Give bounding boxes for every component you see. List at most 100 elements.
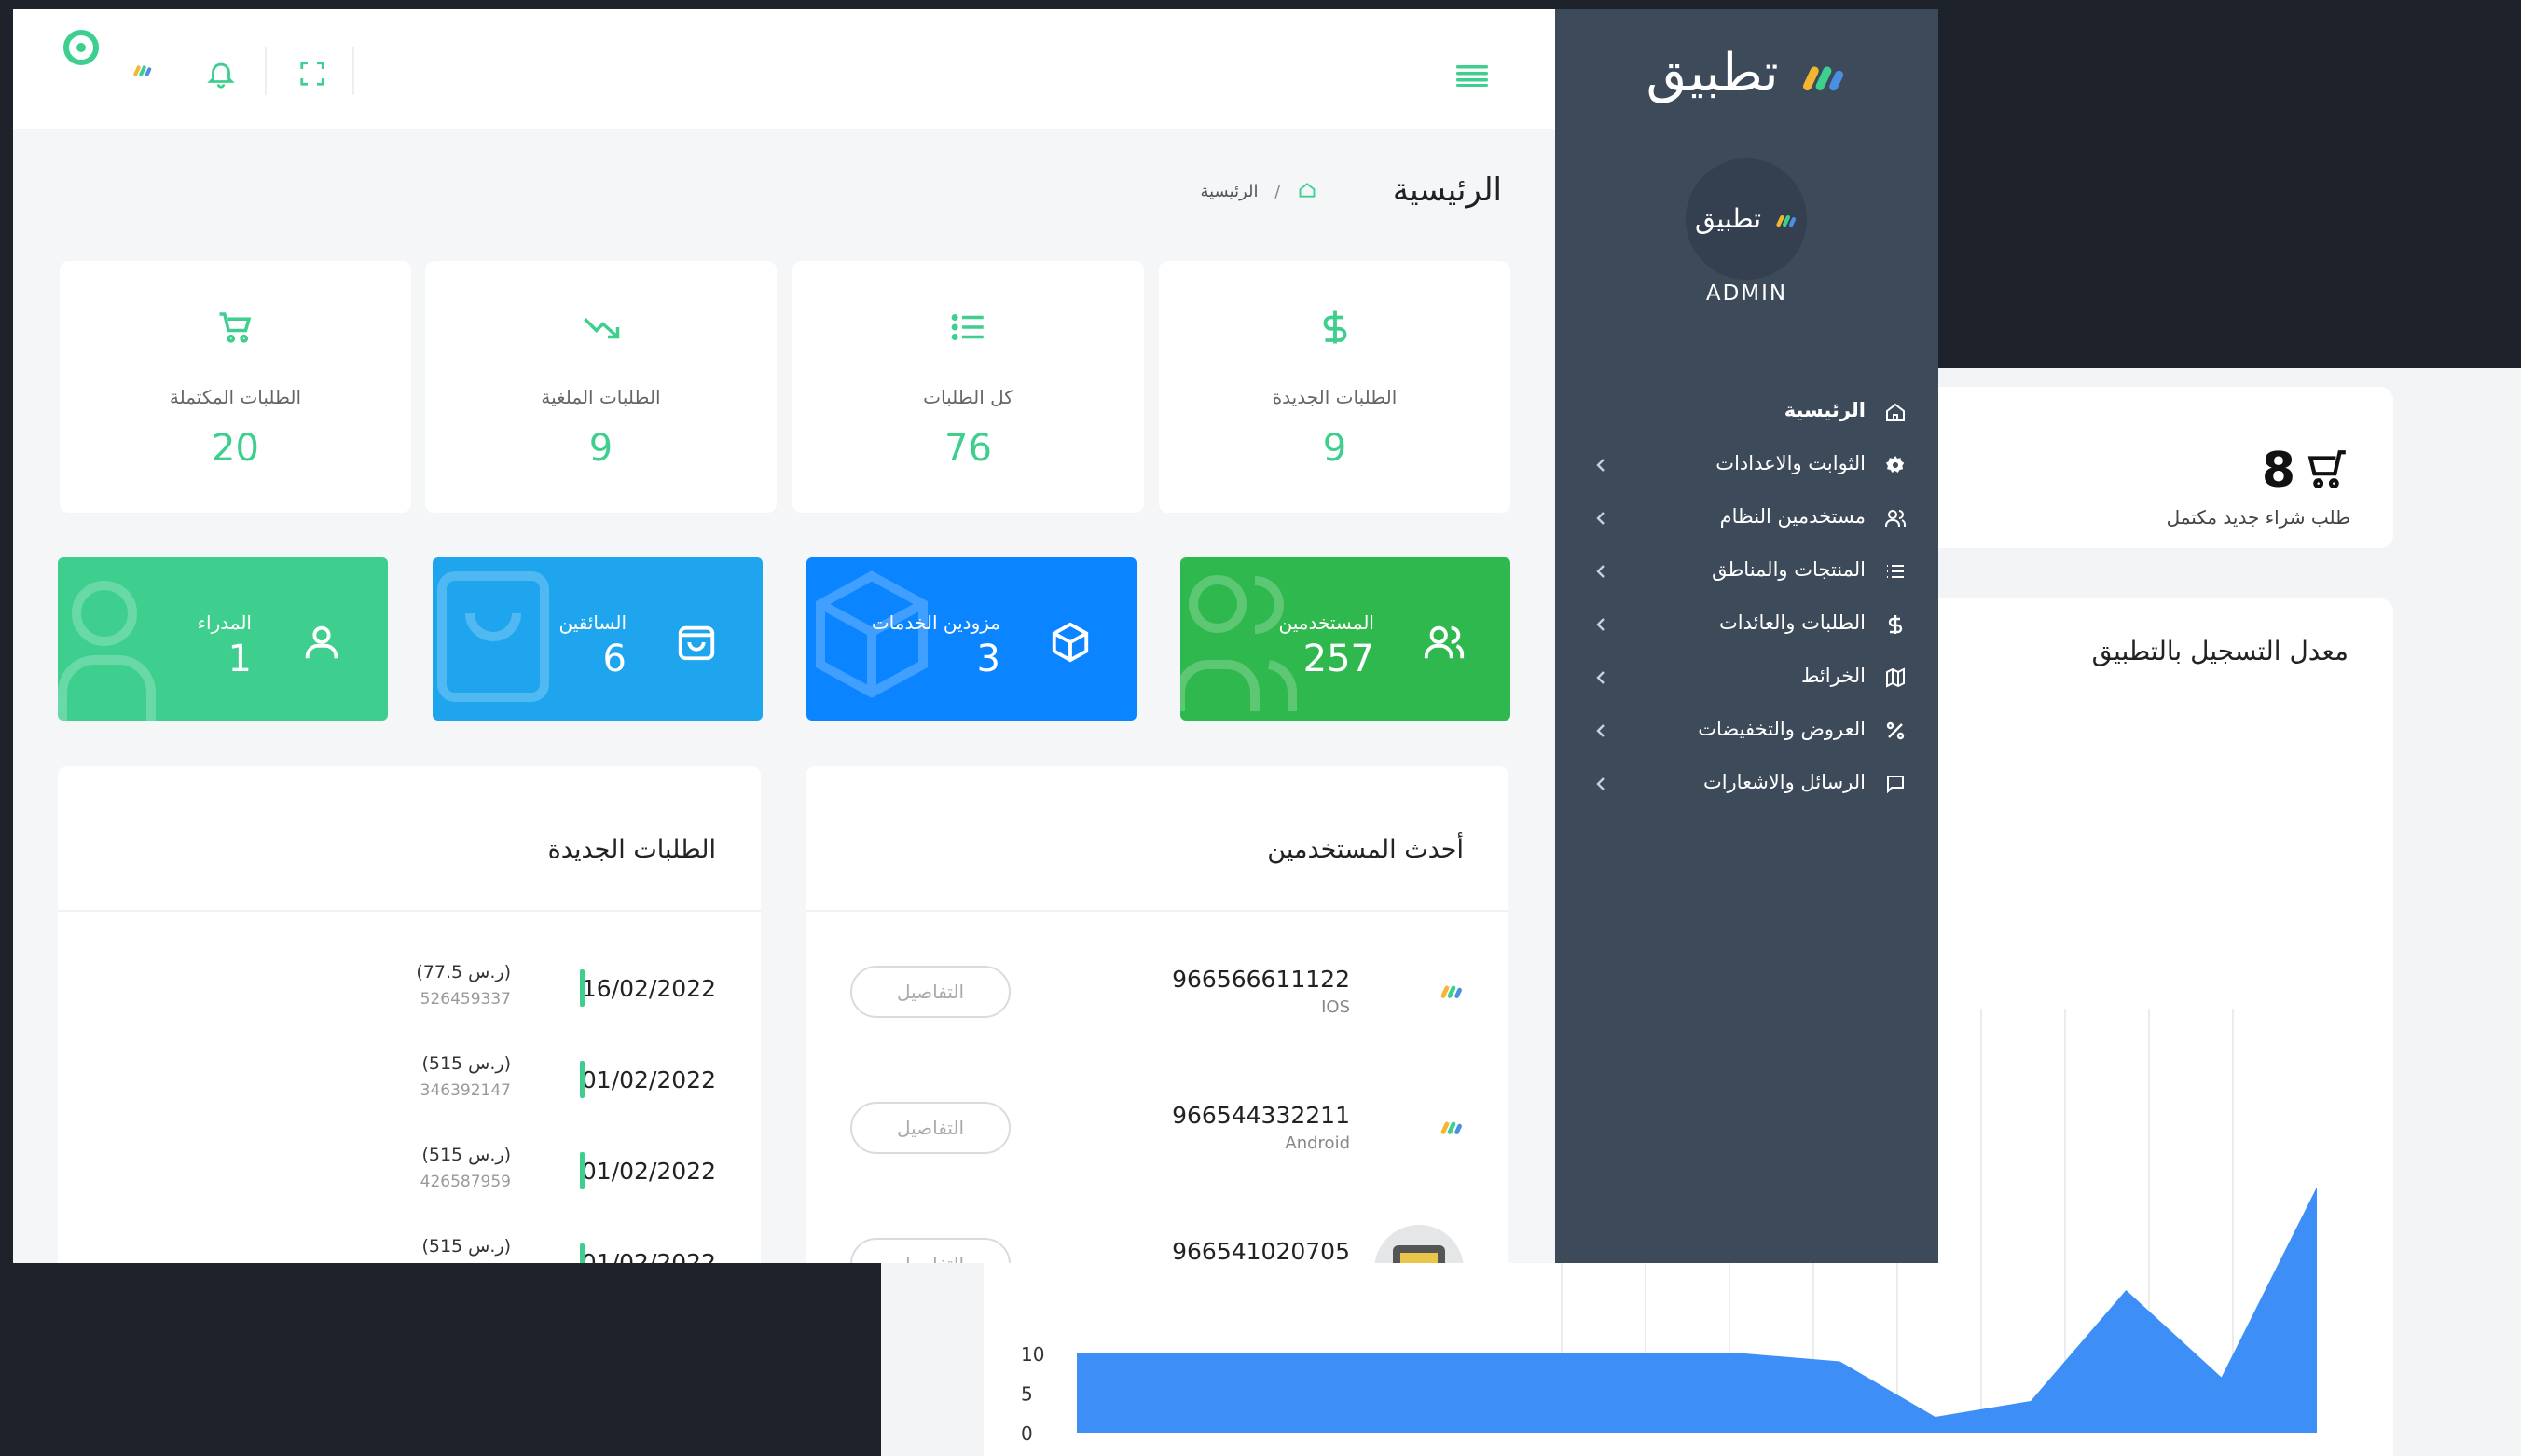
stat-value: 20 xyxy=(212,427,259,470)
order-id: 346392147 xyxy=(420,1081,511,1100)
app-name: تطبيق xyxy=(1646,43,1779,103)
card-label: مزودين الخدمات xyxy=(871,611,1000,634)
card-value: 1 xyxy=(227,638,252,680)
chevron-left-icon xyxy=(1596,671,1605,684)
panel-title: الطلبات الجديدة xyxy=(547,835,716,864)
card-value: 6 xyxy=(602,638,627,680)
sidebar-item-system-users[interactable]: مستخدمين النظام xyxy=(1555,492,1938,545)
logo-circle-icon[interactable] xyxy=(62,28,101,67)
bell-icon[interactable] xyxy=(205,58,237,89)
stat-label: الطلبات المكتملة xyxy=(169,386,302,408)
completed-orders-stat-card: 8 طلب شراء جديد مكتمل xyxy=(1897,387,2393,548)
admin-avatar[interactable]: تطبيق xyxy=(1686,158,1807,280)
sidebar-item-label: الرسائل والاشعارات xyxy=(1702,771,1866,793)
service-providers-card[interactable]: مزودين الخدمات 3 xyxy=(806,557,1137,721)
panel-divider xyxy=(58,910,761,912)
box-icon xyxy=(1052,622,1089,663)
brand-mark-icon xyxy=(1803,66,1844,91)
details-button[interactable]: التفاصيل xyxy=(850,1102,1011,1154)
cart-icon xyxy=(2307,450,2346,488)
stat-value: 9 xyxy=(588,427,613,470)
card-label: السائقين xyxy=(558,611,627,634)
user-row: 966541020705 التفاصيل xyxy=(806,1225,1508,1263)
order-row[interactable]: 01/02/2022 (515 ر.س) 426587959 xyxy=(58,1145,761,1236)
bag-ghost-icon xyxy=(437,571,549,702)
chevron-left-icon xyxy=(1596,459,1605,472)
map-icon xyxy=(1886,667,1905,688)
chevron-left-icon xyxy=(1596,565,1605,578)
order-amount: (515 ر.س) xyxy=(421,1145,511,1165)
sidebar-item-label: مستخدمين النظام xyxy=(1719,505,1866,528)
stat-value: 9 xyxy=(1322,427,1347,470)
user-icon xyxy=(305,625,338,659)
sidebar-item-messages-notifications[interactable]: الرسائل والاشعارات xyxy=(1555,758,1938,811)
details-button[interactable]: التفاصيل xyxy=(850,966,1011,1018)
header-divider xyxy=(265,47,267,95)
new-orders-panel: الطلبات الجديدة 16/02/2022 (77.5 ر.س) 52… xyxy=(58,766,761,1263)
cart-icon xyxy=(219,312,252,343)
order-row[interactable]: 01/02/2022 (515 ر.س) xyxy=(58,1236,761,1263)
breadcrumb-current[interactable]: الرئيسية xyxy=(1200,182,1258,201)
drivers-card[interactable]: السائقين 6 xyxy=(433,557,763,721)
all-orders-card[interactable]: كل الطلبات 76 xyxy=(792,261,1144,513)
chevron-left-icon xyxy=(1596,618,1605,631)
stat-label: الطلبات الجديدة xyxy=(1272,386,1398,408)
users-card[interactable]: المستخدمين 257 xyxy=(1180,557,1510,721)
trend-down-icon xyxy=(584,318,620,339)
sidebar-item-settings[interactable]: الثوابت والاعدادات xyxy=(1555,439,1938,492)
users-icon xyxy=(1424,625,1465,659)
sidebar-item-maps[interactable]: الخرائط xyxy=(1555,652,1938,705)
sidebar: تطبيق تطبيق ADMIN الرئيسية الثوابت والاع… xyxy=(1555,9,1938,1263)
brand-mark-icon xyxy=(1776,214,1797,227)
chart-y-tick-label: 5 xyxy=(1021,1383,1033,1406)
page-title: الرئيسية xyxy=(1392,172,1502,209)
sidebar-menu: الرئيسية الثوابت والاعدادات مستخدمين الن… xyxy=(1555,386,1938,811)
user-os: IOS xyxy=(1321,997,1350,1017)
users-icon xyxy=(1885,510,1906,527)
order-amount: (77.5 ر.س) xyxy=(416,962,511,982)
fullscreen-icon[interactable] xyxy=(298,60,326,88)
order-id: 526459337 xyxy=(420,990,511,1009)
bag-icon xyxy=(678,625,715,661)
managers-card[interactable]: المدراء 1 xyxy=(58,557,388,721)
dollar-icon xyxy=(1323,310,1347,344)
chevron-left-icon xyxy=(1596,777,1605,790)
brand-mark-icon xyxy=(1440,985,1462,998)
sidebar-item-label: الطلبات والعائدات xyxy=(1719,611,1866,634)
new-orders-card[interactable]: الطلبات الجديدة 9 xyxy=(1159,261,1510,513)
sidebar-logo[interactable]: تطبيق xyxy=(1555,43,1938,103)
user-ghost-icon xyxy=(58,581,156,721)
home-icon[interactable] xyxy=(1297,181,1317,199)
completed-orders-card[interactable]: الطلبات المكتملة 20 xyxy=(60,261,411,513)
chart-y-tick-label: 0 xyxy=(1021,1422,1033,1445)
sidebar-item-offers-discounts[interactable]: العروض والتخفيضات xyxy=(1555,705,1938,758)
user-phone: 966544332211 xyxy=(1172,1102,1350,1129)
brand-mark-icon xyxy=(133,65,152,76)
card-value: 3 xyxy=(976,638,1000,680)
sidebar-item-products-regions[interactable]: المنتجات والمناطق xyxy=(1555,545,1938,598)
sidebar-item-home[interactable]: الرئيسية xyxy=(1555,386,1938,439)
sidebar-item-label: الرئيسية xyxy=(1784,399,1866,421)
user-phone: 966541020705 xyxy=(1172,1238,1350,1263)
order-row[interactable]: 01/02/2022 (515 ر.س) 346392147 xyxy=(58,1053,761,1145)
sidebar-item-orders-revenue[interactable]: الطلبات والعائدات xyxy=(1555,598,1938,652)
top-header xyxy=(13,9,1555,129)
order-row[interactable]: 16/02/2022 (77.5 ر.س) 526459337 xyxy=(58,962,761,1053)
gear-icon xyxy=(1885,456,1905,473)
sidebar-item-label: الخرائط xyxy=(1801,665,1866,687)
order-status-bar xyxy=(580,1061,585,1098)
order-date: 01/02/2022 xyxy=(581,1066,716,1093)
message-icon xyxy=(1887,776,1904,794)
details-button[interactable]: التفاصيل xyxy=(850,1238,1011,1263)
hamburger-icon[interactable] xyxy=(1456,63,1488,88)
order-status-bar xyxy=(580,1243,585,1263)
list-icon xyxy=(951,314,984,340)
order-date: 01/02/2022 xyxy=(581,1249,716,1263)
cancelled-orders-card[interactable]: الطلبات الملغية 9 xyxy=(425,261,777,513)
card-label: المدراء xyxy=(197,611,252,634)
box-ghost-icon xyxy=(816,570,928,698)
card-value: 257 xyxy=(1302,638,1374,680)
dollar-icon xyxy=(1888,615,1903,634)
header-divider xyxy=(352,47,354,95)
panel-divider xyxy=(806,910,1508,912)
